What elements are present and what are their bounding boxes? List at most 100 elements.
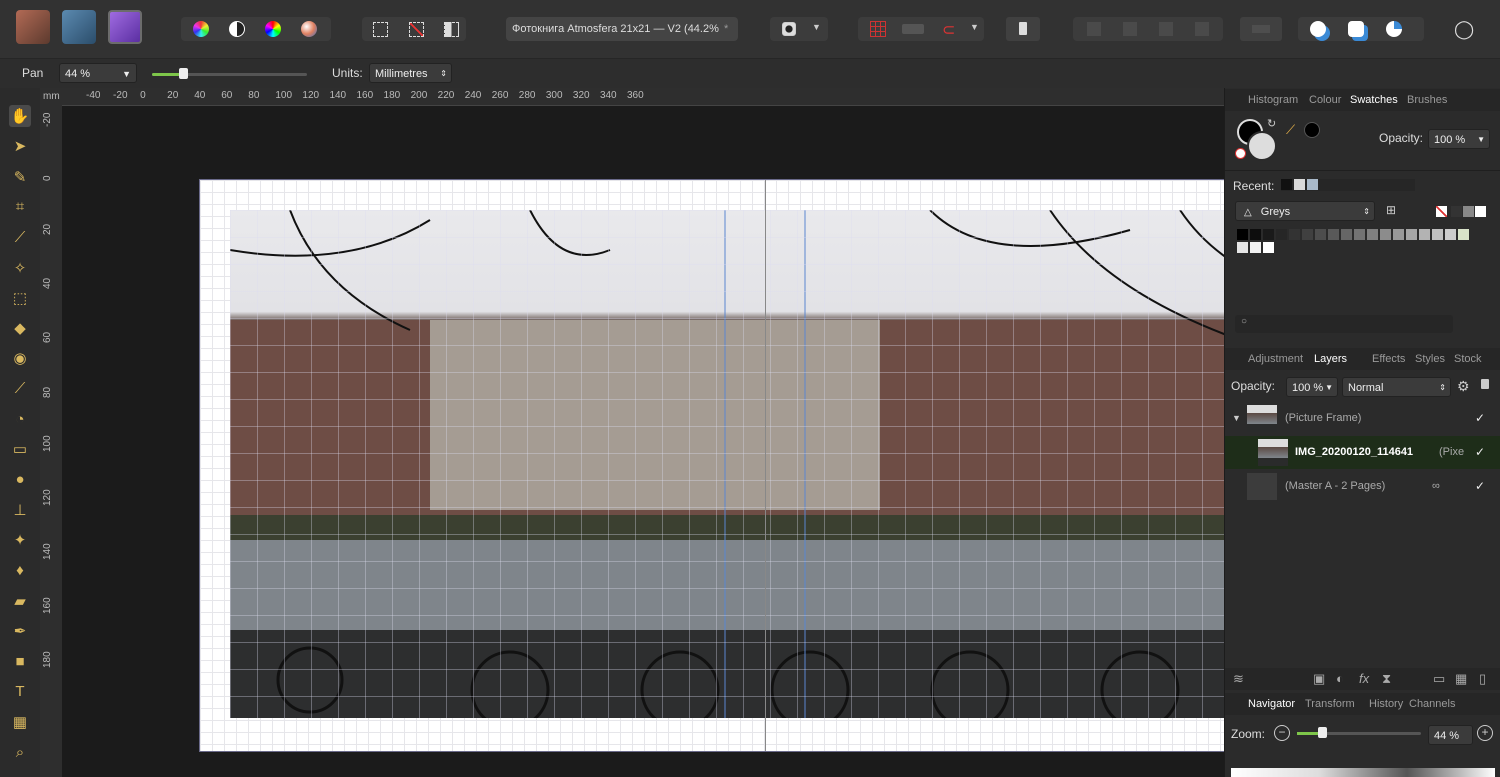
eraser-icon[interactable]: ▭: [9, 438, 31, 460]
zoom-in-icon[interactable]: +: [1477, 725, 1493, 741]
user-icon[interactable]: ◯: [1454, 19, 1474, 39]
fill-color-icon[interactable]: [1247, 131, 1277, 161]
dark-swatch[interactable]: [1451, 206, 1462, 217]
tab-adjustment[interactable]: Adjustment: [1248, 348, 1303, 370]
nav-zoom-field[interactable]: 44 %: [1428, 725, 1473, 745]
layers-stack-icon[interactable]: ≋: [1233, 671, 1244, 687]
adjustment-icon[interactable]: ◐: [1336, 671, 1344, 686]
zoom-dropdown[interactable]: 44 % ▼: [59, 63, 137, 83]
grey-swatch[interactable]: [1237, 242, 1248, 253]
zoom-out-icon[interactable]: −: [1274, 725, 1290, 741]
visibility-checkbox[interactable]: ✓: [1475, 412, 1487, 424]
tab-brushes[interactable]: Brushes: [1407, 89, 1447, 111]
fill-icon[interactable]: ◆: [9, 317, 31, 339]
bandage-icon[interactable]: ▰: [9, 590, 31, 612]
layer-opacity-field[interactable]: 100 % ▼: [1286, 377, 1338, 397]
palette-dropdown[interactable]: △ Greys ⇕: [1235, 201, 1375, 221]
lock-icon[interactable]: [1481, 379, 1489, 389]
document-canvas[interactable]: [62, 106, 1224, 777]
recent-swatch[interactable]: [1294, 179, 1305, 190]
visibility-checkbox[interactable]: ✓: [1475, 446, 1487, 458]
horizontal-ruler[interactable]: mm -40 -20 0 20 40 60 80 100 120 140 160 180 200 220 2…: [40, 88, 1224, 106]
contrast-icon[interactable]: [229, 21, 245, 37]
marquee-icon[interactable]: ⬚: [9, 287, 31, 309]
swatch-search[interactable]: ○: [1235, 315, 1453, 333]
designer-persona-icon[interactable]: [62, 10, 96, 44]
grey-swatch[interactable]: [1445, 229, 1456, 240]
zoom-icon[interactable]: ⌕: [9, 741, 31, 763]
mask-icon[interactable]: ▣: [1313, 671, 1325, 687]
disclosure-triangle-icon[interactable]: ▼: [1232, 402, 1241, 435]
grey-swatch[interactable]: [1380, 229, 1391, 240]
tab-transform[interactable]: Transform: [1305, 693, 1355, 715]
grey-swatch[interactable]: [1419, 229, 1430, 240]
intersect-icon[interactable]: [1159, 22, 1173, 36]
color-wheel-icon[interactable]: [265, 21, 281, 37]
photo-persona-icon[interactable]: [16, 10, 50, 44]
recolor-icon[interactable]: ◔: [9, 408, 31, 430]
rectangle-icon[interactable]: ■: [9, 650, 31, 672]
arrange-button[interactable]: [1240, 17, 1282, 41]
grey-swatch[interactable]: [1276, 229, 1287, 240]
layer-row[interactable]: (Master A - 2 Pages) ∞ ✓: [1225, 470, 1500, 503]
white-swatch[interactable]: [1475, 206, 1486, 217]
vertical-ruler[interactable]: -20 0 20 40 60 80 100 120 140 160 180: [40, 105, 63, 777]
grey-swatch[interactable]: [1263, 229, 1274, 240]
recent-swatch[interactable]: [1281, 179, 1292, 190]
swap-icon[interactable]: ↻: [1267, 117, 1276, 130]
tone-icon[interactable]: [301, 21, 317, 37]
grey-swatch[interactable]: [1432, 229, 1443, 240]
recent-swatch[interactable]: [1307, 179, 1318, 190]
grey-swatch[interactable]: [1315, 229, 1326, 240]
geometry-intersect-icon[interactable]: [1386, 21, 1402, 37]
record-icon[interactable]: [782, 22, 796, 36]
grey-swatch[interactable]: [1367, 229, 1378, 240]
grey-swatch[interactable]: [1393, 229, 1404, 240]
document-title-tab[interactable]: Фотокнига Atmosfera 21x21 — V2 (44.2% *: [506, 17, 738, 41]
magnet-icon[interactable]: ⊂: [942, 20, 955, 40]
chevron-down-icon[interactable]: ▼: [970, 22, 979, 32]
layer-row-selected[interactable]: IMG_20200120_114641 (Pixe ✓: [1225, 436, 1500, 469]
tab-effects[interactable]: Effects: [1372, 348, 1405, 370]
navigator-preview[interactable]: [1231, 768, 1495, 777]
eyedropper-icon[interactable]: ⟋: [1286, 122, 1295, 138]
layer-row[interactable]: ▼ (Picture Frame) ✓: [1225, 402, 1500, 435]
stamp-icon[interactable]: ⊥: [9, 499, 31, 521]
align-icon[interactable]: [902, 24, 924, 34]
retouch-icon[interactable]: ✦: [9, 529, 31, 551]
color-picker-icon[interactable]: ◉: [9, 347, 31, 369]
drop-icon[interactable]: ♦: [9, 560, 31, 582]
none-swatch[interactable]: [1436, 206, 1447, 217]
zoom-slider-knob[interactable]: [179, 68, 188, 79]
tab-styles[interactable]: Styles: [1415, 348, 1445, 370]
page-spread[interactable]: [199, 179, 1224, 752]
hand-icon[interactable]: ✋: [9, 105, 31, 127]
grid-snap-icon[interactable]: [870, 21, 886, 37]
wand-icon[interactable]: ✧: [9, 257, 31, 279]
paint-icon[interactable]: ⟋: [9, 378, 31, 400]
blend-mode-dropdown[interactable]: Normal ⇕: [1342, 377, 1451, 397]
zoom-slider[interactable]: [152, 68, 307, 79]
units-dropdown[interactable]: Millimetres ⇕: [369, 63, 452, 83]
trash-button[interactable]: [1006, 17, 1040, 41]
divide-icon[interactable]: [1195, 22, 1209, 36]
nav-zoom-slider[interactable]: [1297, 727, 1421, 738]
group-icon[interactable]: ▦: [1455, 671, 1467, 687]
fill-stroke-well[interactable]: ↻: [1235, 117, 1277, 161]
grey-swatch[interactable]: [1406, 229, 1417, 240]
tab-layers[interactable]: Layers: [1314, 348, 1347, 370]
add-palette-icon[interactable]: ⊞: [1386, 203, 1396, 217]
tab-histogram[interactable]: Histogram: [1248, 89, 1298, 111]
grey-swatch[interactable]: [1237, 229, 1248, 240]
picture-frame-image[interactable]: [230, 210, 1224, 718]
search-icon[interactable]: ●: [9, 469, 31, 491]
tab-swatches[interactable]: Swatches: [1350, 89, 1398, 111]
publisher-persona-icon[interactable]: [108, 10, 142, 44]
delete-layer-icon[interactable]: ▯: [1479, 671, 1486, 687]
grid-icon[interactable]: ▦: [9, 711, 31, 733]
marquee-select-icon[interactable]: [373, 22, 388, 37]
gear-icon[interactable]: ⚙: [1457, 378, 1470, 395]
tab-navigator[interactable]: Navigator: [1248, 693, 1295, 715]
live-filter-icon[interactable]: ⧗: [1382, 671, 1391, 687]
chevron-down-icon[interactable]: ▼: [812, 22, 821, 32]
